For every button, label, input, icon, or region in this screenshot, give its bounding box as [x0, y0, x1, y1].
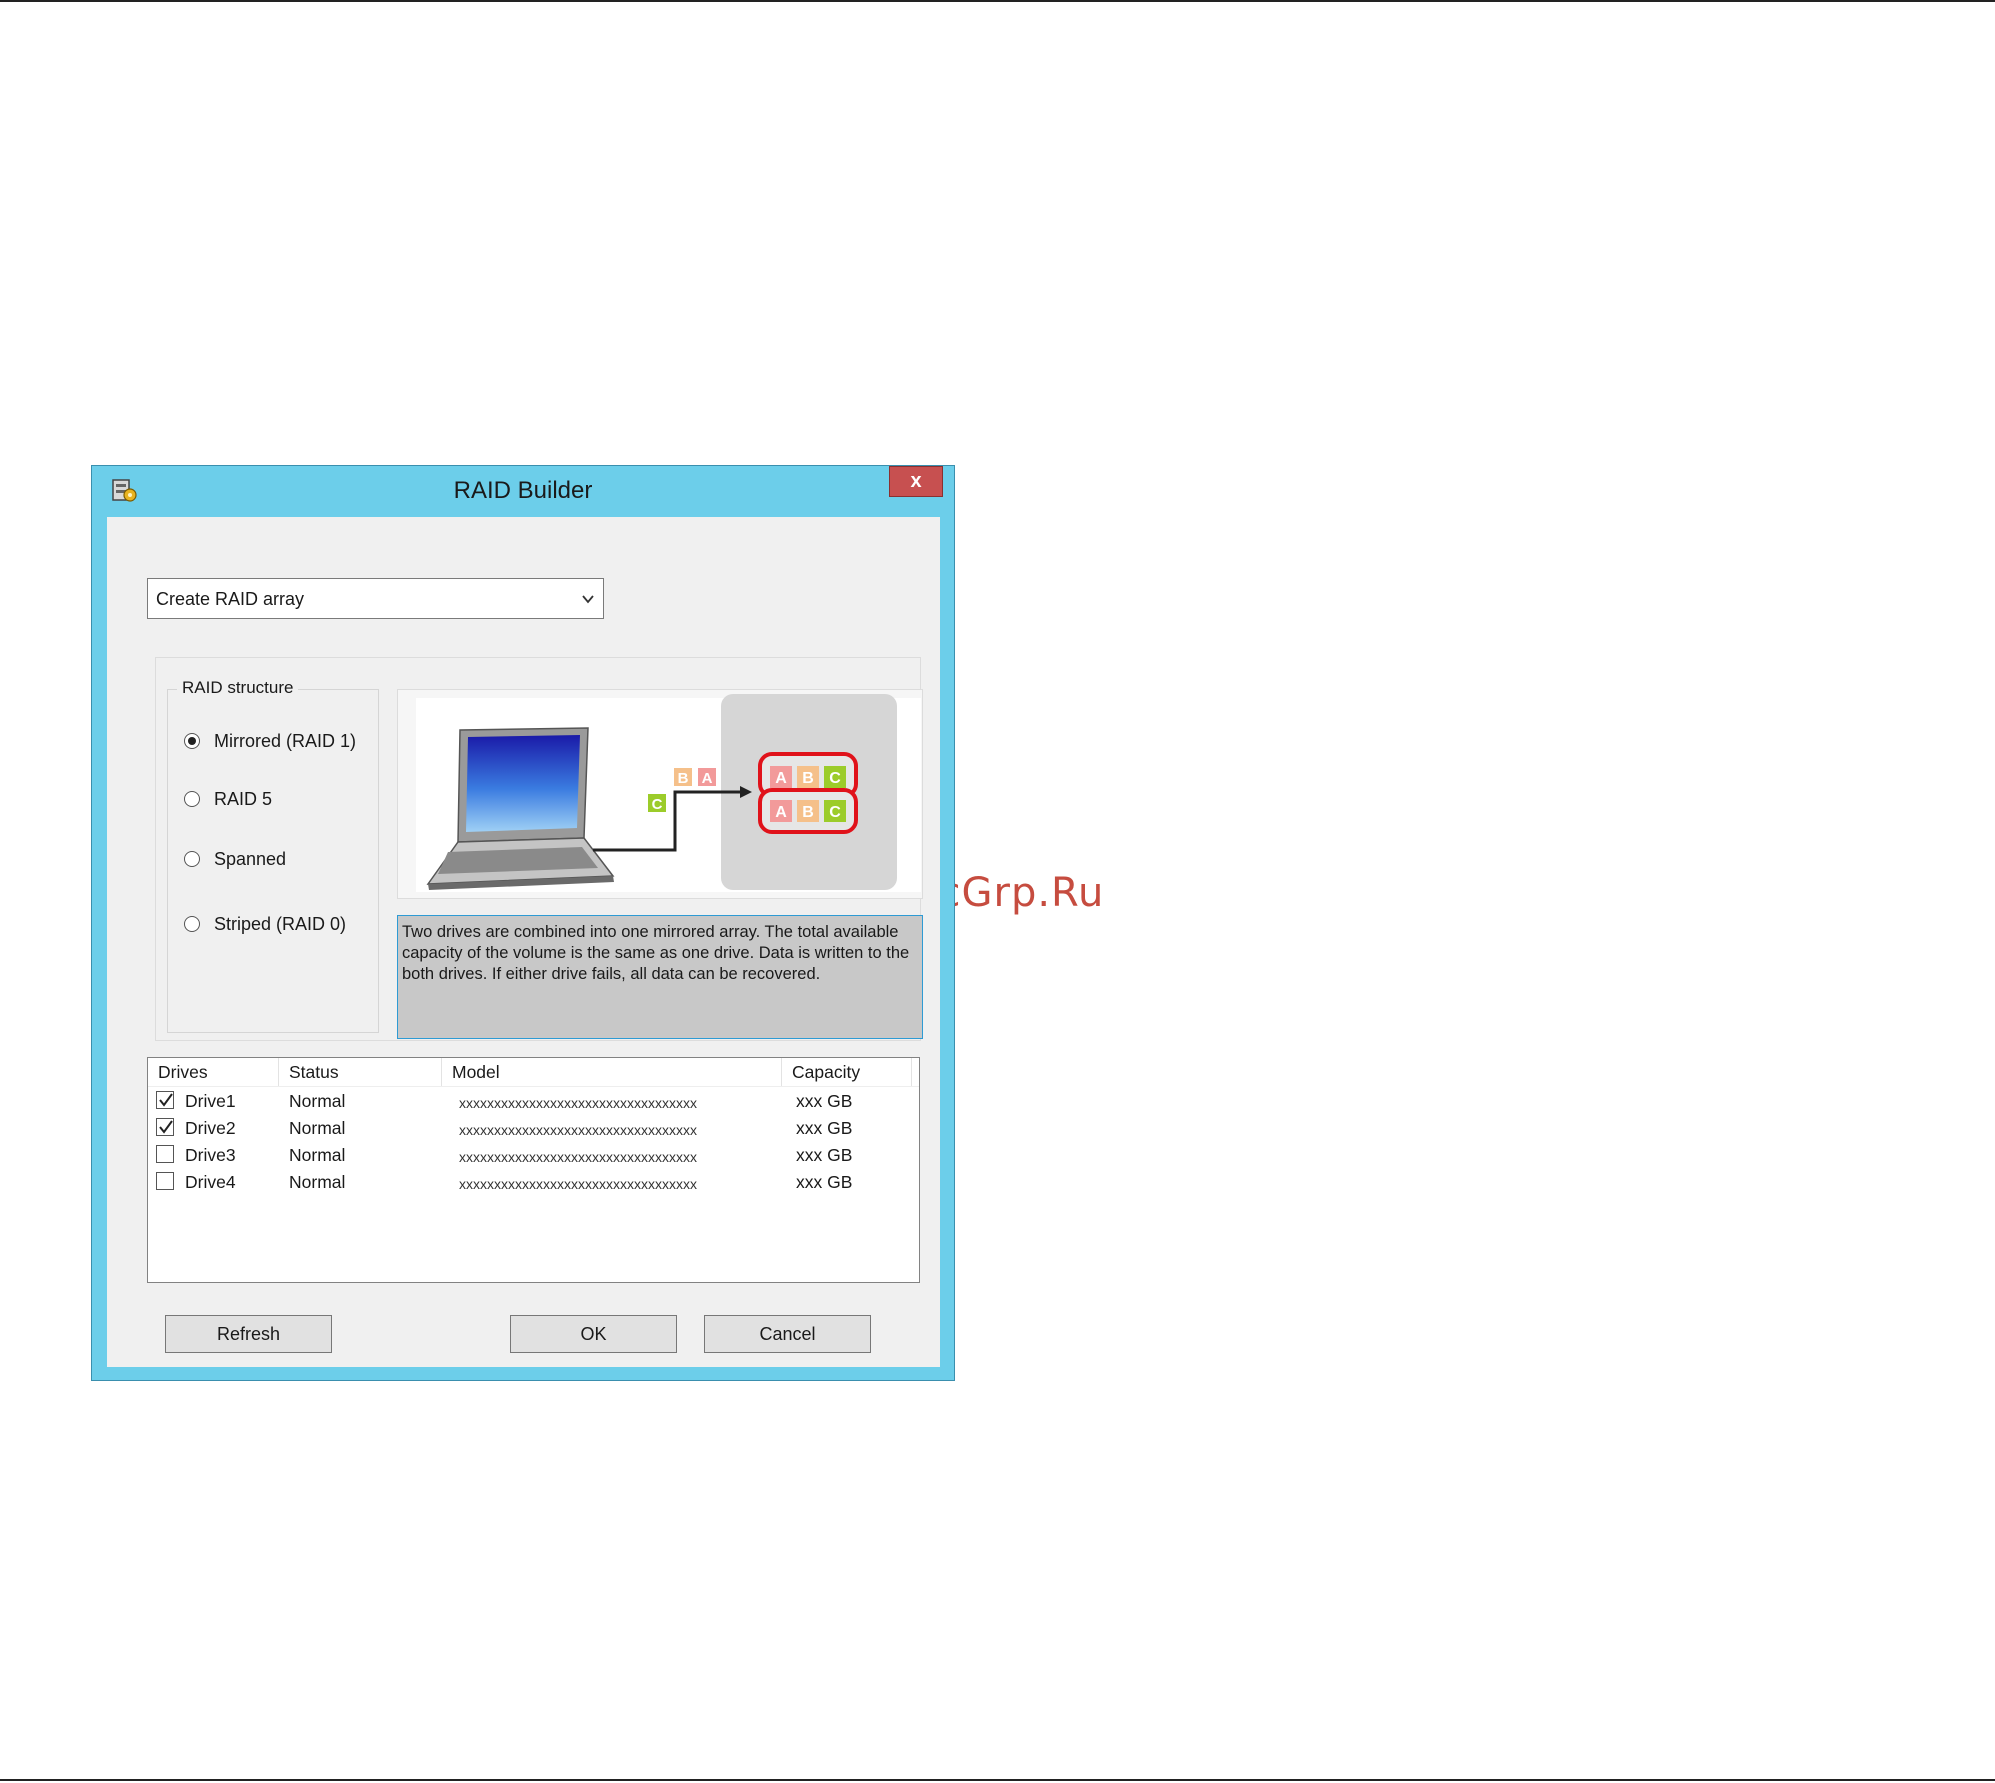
raid-structure-legend: RAID structure	[177, 678, 299, 698]
transit-block-b: B	[678, 770, 689, 787]
drive-name: Drive1	[185, 1091, 236, 1111]
window-title: RAID Builder	[453, 477, 593, 504]
disk1-block-b: B	[802, 770, 814, 787]
drive-row[interactable]: Drive2 Normal xxxxxxxxxxxxxxxxxxxxxxxxxx…	[148, 1118, 919, 1144]
radio-label: Spanned	[214, 849, 287, 869]
drive-checkbox[interactable]	[156, 1091, 174, 1109]
raid-description: Two drives are combined into one mirrore…	[397, 915, 923, 1039]
drive-status: Normal	[289, 1172, 346, 1192]
disk1-block-c: C	[829, 770, 841, 787]
refresh-button[interactable]: Refresh	[165, 1315, 332, 1353]
drive-capacity: xxx GB	[796, 1091, 853, 1111]
drive-list-header: Drives Status Model Capacity	[148, 1058, 919, 1087]
radio-label: RAID 5	[214, 789, 273, 809]
drive-model: xxxxxxxxxxxxxxxxxxxxxxxxxxxxxxxxxx	[459, 1149, 697, 1165]
column-header-capacity[interactable]: Capacity	[782, 1058, 912, 1086]
drive-row[interactable]: Drive1 Normal xxxxxxxxxxxxxxxxxxxxxxxxxx…	[148, 1091, 919, 1117]
drive-name: Drive2	[185, 1118, 236, 1138]
drive-model: xxxxxxxxxxxxxxxxxxxxxxxxxxxxxxxxxx	[459, 1122, 697, 1138]
radio-label: Mirrored (RAID 1)	[214, 731, 357, 751]
drive-status: Normal	[289, 1118, 346, 1138]
transit-block-a: A	[702, 770, 713, 787]
drive-status: Normal	[289, 1145, 346, 1165]
column-header-model[interactable]: Model	[442, 1058, 782, 1086]
radio-label: Striped (RAID 0)	[214, 914, 347, 934]
drive-capacity: xxx GB	[796, 1145, 853, 1165]
dialog-client-area: Create RAID array RAID structure Mirrore…	[107, 517, 940, 1367]
top-rule	[0, 0, 1995, 2]
drive-row[interactable]: Drive3 Normal xxxxxxxxxxxxxxxxxxxxxxxxxx…	[148, 1145, 919, 1171]
drive-checkbox[interactable]	[156, 1118, 174, 1136]
transit-block-c: C	[652, 796, 663, 813]
drive-capacity: xxx GB	[796, 1118, 853, 1138]
checkmark-icon	[159, 1093, 173, 1107]
mode-select[interactable]: Create RAID array	[147, 578, 604, 619]
radio-indicator	[184, 851, 200, 867]
radio-selected-dot	[188, 737, 196, 745]
bottom-rule	[0, 1779, 1995, 1781]
radio-indicator	[184, 733, 200, 749]
disk2-block-c: C	[829, 804, 841, 821]
column-header-drives[interactable]: Drives	[148, 1058, 279, 1086]
drive-checkbox[interactable]	[156, 1145, 174, 1163]
column-header-status[interactable]: Status	[279, 1058, 442, 1086]
radio-indicator	[184, 916, 200, 932]
ok-button[interactable]: OK	[510, 1315, 677, 1353]
drive-status: Normal	[289, 1091, 346, 1111]
disk2-block-b: B	[802, 804, 814, 821]
drive-model: xxxxxxxxxxxxxxxxxxxxxxxxxxxxxxxxxx	[459, 1176, 697, 1192]
title-bar[interactable]: RAID Builder x	[92, 466, 954, 516]
raid-illustration: B A C A B C A B C	[397, 689, 923, 899]
disk1-block-a: A	[775, 770, 787, 787]
mode-select-value: Create RAID array	[156, 589, 305, 609]
chevron-down-icon	[581, 592, 595, 606]
drive-capacity: xxx GB	[796, 1172, 853, 1192]
close-button[interactable]: x	[889, 466, 943, 497]
disk2-block-a: A	[775, 804, 787, 821]
drive-row[interactable]: Drive4 Normal xxxxxxxxxxxxxxxxxxxxxxxxxx…	[148, 1172, 919, 1198]
drive-name: Drive3	[185, 1145, 236, 1165]
drive-name: Drive4	[185, 1172, 236, 1192]
radio-indicator	[184, 791, 200, 807]
raid-illustration-graphic: B A C A B C A B C	[416, 694, 921, 892]
drive-list[interactable]: Drives Status Model Capacity Drive1 Norm…	[147, 1057, 920, 1283]
checkmark-icon	[159, 1120, 173, 1134]
cancel-button[interactable]: Cancel	[704, 1315, 871, 1353]
raid-builder-window: RAID Builder x Create RAID array RAID st…	[91, 465, 955, 1381]
drive-checkbox[interactable]	[156, 1172, 174, 1190]
drive-model: xxxxxxxxxxxxxxxxxxxxxxxxxxxxxxxxxx	[459, 1095, 697, 1111]
